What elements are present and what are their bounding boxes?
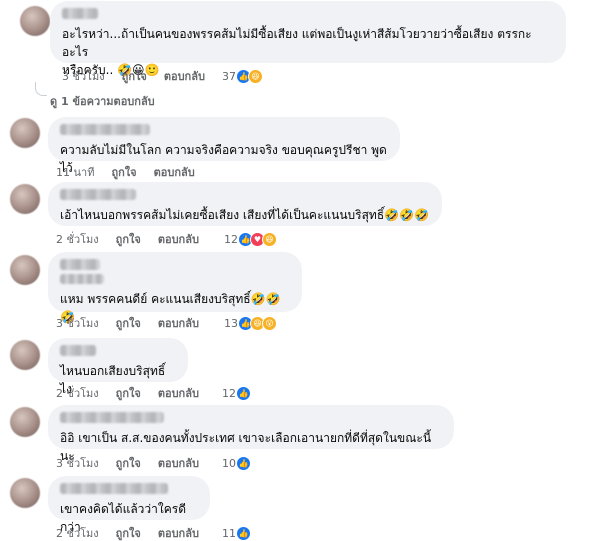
- comment-meta: 2 ชั่วโมง ถูกใจ ตอบกลับ: [56, 525, 216, 541]
- avatar[interactable]: [20, 6, 50, 36]
- like-button[interactable]: ถูกใจ: [116, 384, 141, 402]
- reply-button[interactable]: ตอบกลับ: [164, 67, 205, 85]
- reaction-summary[interactable]: 12 👍 ♥ 😆: [224, 231, 277, 247]
- wow-icon: 😮: [262, 315, 277, 331]
- author-name-blurred[interactable]: [60, 412, 164, 423]
- comment-meta: 2 ชั่วโมง ถูกใจ ตอบกลับ: [56, 231, 216, 247]
- like-icon: 👍: [236, 455, 251, 471]
- like-button[interactable]: ถูกใจ: [116, 314, 141, 332]
- reaction-summary[interactable]: 37 👍 😆: [222, 68, 263, 84]
- comment-meta: 11 นาที ถูกใจ ตอบกลับ: [56, 164, 212, 180]
- author-name-blurred[interactable]: [60, 124, 150, 135]
- comment-meta: 3 ชั่วโมง ถูกใจ ตอบกลับ: [62, 68, 222, 84]
- view-replies-link[interactable]: ดู 1 ข้อความตอบกลับ: [50, 92, 155, 110]
- comment-meta: 2 ชั่วโมง ถูกใจ ตอบกลับ: [56, 385, 216, 401]
- timestamp[interactable]: 11 นาที: [56, 163, 94, 181]
- reaction-count: 10: [222, 456, 236, 470]
- reply-button[interactable]: ตอบกลับ: [158, 524, 199, 541]
- reply-button[interactable]: ตอบกลับ: [158, 454, 199, 472]
- haha-icon: 😆: [248, 68, 263, 84]
- reaction-count: 13: [224, 316, 238, 330]
- like-button[interactable]: ถูกใจ: [122, 67, 147, 85]
- comment-bubble: อะไรหว่า...ถ้าเป็นคนของพรรคส้มไม่มีซื้อเ…: [50, 1, 566, 77]
- like-button[interactable]: ถูกใจ: [116, 230, 141, 248]
- avatar[interactable]: [10, 340, 40, 370]
- reaction-count: 12: [222, 386, 236, 400]
- like-button[interactable]: ถูกใจ: [116, 524, 141, 541]
- timestamp[interactable]: 3 ชั่วโมง: [56, 314, 99, 332]
- author-name-blurred-line2: [60, 274, 104, 284]
- avatar[interactable]: [10, 407, 40, 437]
- comment-bubble: แหม พรรคคนดีย์ คะแนนเสียงบริสุทธิ์🤣🤣🤣: [48, 252, 302, 324]
- reaction-summary[interactable]: 12 👍: [222, 385, 251, 401]
- reaction-count: 37: [222, 69, 236, 83]
- like-button[interactable]: ถูกใจ: [116, 454, 141, 472]
- timestamp[interactable]: 2 ชั่วโมง: [56, 384, 99, 402]
- avatar[interactable]: [10, 118, 40, 148]
- comment-bubble: ความลับไม่มีในโลก ความจริงคือความจริง ขอ…: [48, 117, 400, 175]
- reply-button[interactable]: ตอบกลับ: [158, 230, 199, 248]
- author-name-blurred[interactable]: [60, 259, 100, 270]
- comment-bubble: เขาคงคิดได้แล้วว่าใครดีกว่า: [48, 476, 210, 534]
- author-name-blurred[interactable]: [60, 345, 96, 356]
- reaction-count: 12: [224, 232, 238, 246]
- reply-button[interactable]: ตอบกลับ: [154, 163, 195, 181]
- comment-meta: 3 ชั่วโมง ถูกใจ ตอบกลับ: [56, 455, 216, 471]
- reaction-summary[interactable]: 10 👍: [222, 455, 251, 471]
- author-name-blurred[interactable]: [60, 483, 168, 494]
- reply-thread-line: [35, 82, 47, 96]
- author-name-blurred[interactable]: [62, 8, 98, 19]
- comment-text: เอ้าไหนบอกพรรคส้มไม่เคยซื้อเสียง เสียงที…: [60, 208, 429, 222]
- reaction-summary[interactable]: 11 👍: [222, 525, 251, 541]
- like-icon: 👍: [236, 385, 251, 401]
- timestamp[interactable]: 2 ชั่วโมง: [56, 230, 99, 248]
- like-icon: 👍: [236, 525, 251, 541]
- like-button[interactable]: ถูกใจ: [111, 163, 136, 181]
- timestamp[interactable]: 3 ชั่วโมง: [56, 454, 99, 472]
- timestamp[interactable]: 2 ชั่วโมง: [56, 524, 99, 541]
- haha-icon: 😆: [262, 231, 277, 247]
- comment-bubble: อิอิ เขาเป็น ส.ส.ของคนทั้งประเทศ เขาจะเล…: [48, 405, 454, 463]
- author-name-blurred[interactable]: [60, 189, 136, 200]
- avatar[interactable]: [10, 478, 40, 508]
- timestamp[interactable]: 3 ชั่วโมง: [62, 67, 105, 85]
- comment-meta: 3 ชั่วโมง ถูกใจ ตอบกลับ: [56, 315, 216, 331]
- comment-bubble: เอ้าไหนบอกพรรคส้มไม่เคยซื้อเสียง เสียงที…: [48, 182, 442, 226]
- reply-button[interactable]: ตอบกลับ: [158, 384, 199, 402]
- reply-button[interactable]: ตอบกลับ: [158, 314, 199, 332]
- avatar[interactable]: [10, 184, 40, 214]
- reaction-summary[interactable]: 13 👍 😆 😮: [224, 315, 277, 331]
- reaction-count: 11: [222, 526, 236, 540]
- comment-text: อะไรหว่า...ถ้าเป็นคนของพรรคส้มไม่มีซื้อเ…: [62, 27, 532, 59]
- comment-bubble: ไหนบอกเสียงบริสุทธิ์ไง: [48, 338, 188, 396]
- avatar[interactable]: [10, 255, 40, 285]
